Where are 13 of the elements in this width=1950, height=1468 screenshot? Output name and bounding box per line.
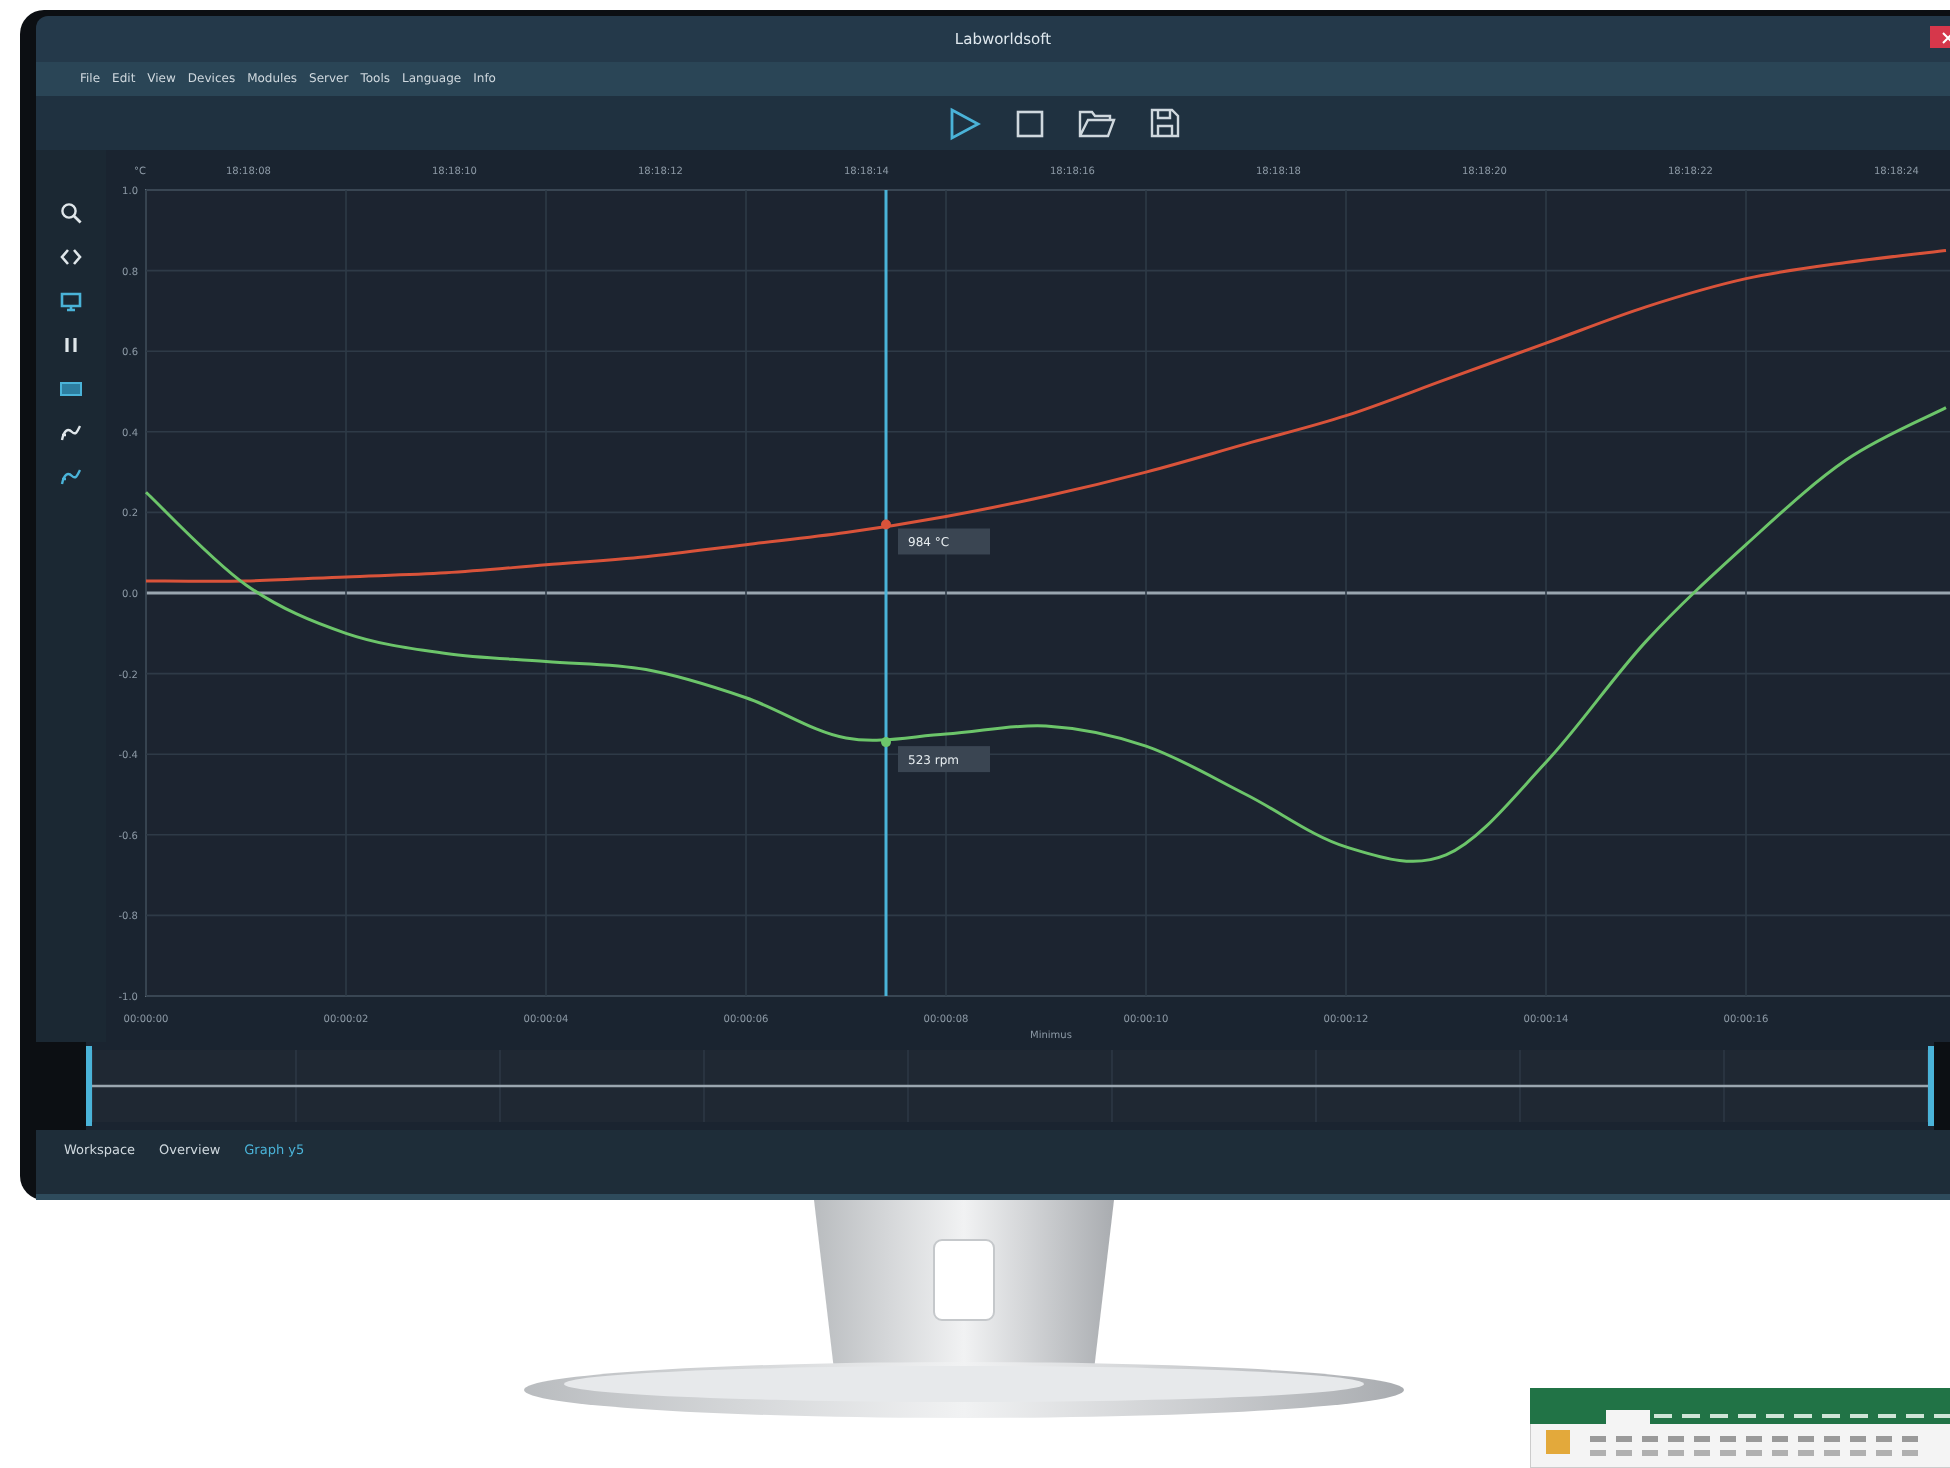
play-icon[interactable] [946,105,982,141]
data-point-marker [881,737,891,748]
stop-icon[interactable] [1016,109,1044,137]
overview-strip-drawing[interactable] [86,1042,1934,1130]
rectangle-icon[interactable] [60,378,82,400]
pause-icon[interactable] [60,334,82,356]
curve-icon[interactable] [60,466,82,488]
chevrons-icon[interactable] [60,246,82,268]
save-icon[interactable] [1150,108,1180,138]
search-icon[interactable] [60,202,82,224]
folder-icon[interactable] [1078,108,1116,138]
monitor-icon[interactable] [60,290,82,312]
data-point-marker [881,519,891,530]
